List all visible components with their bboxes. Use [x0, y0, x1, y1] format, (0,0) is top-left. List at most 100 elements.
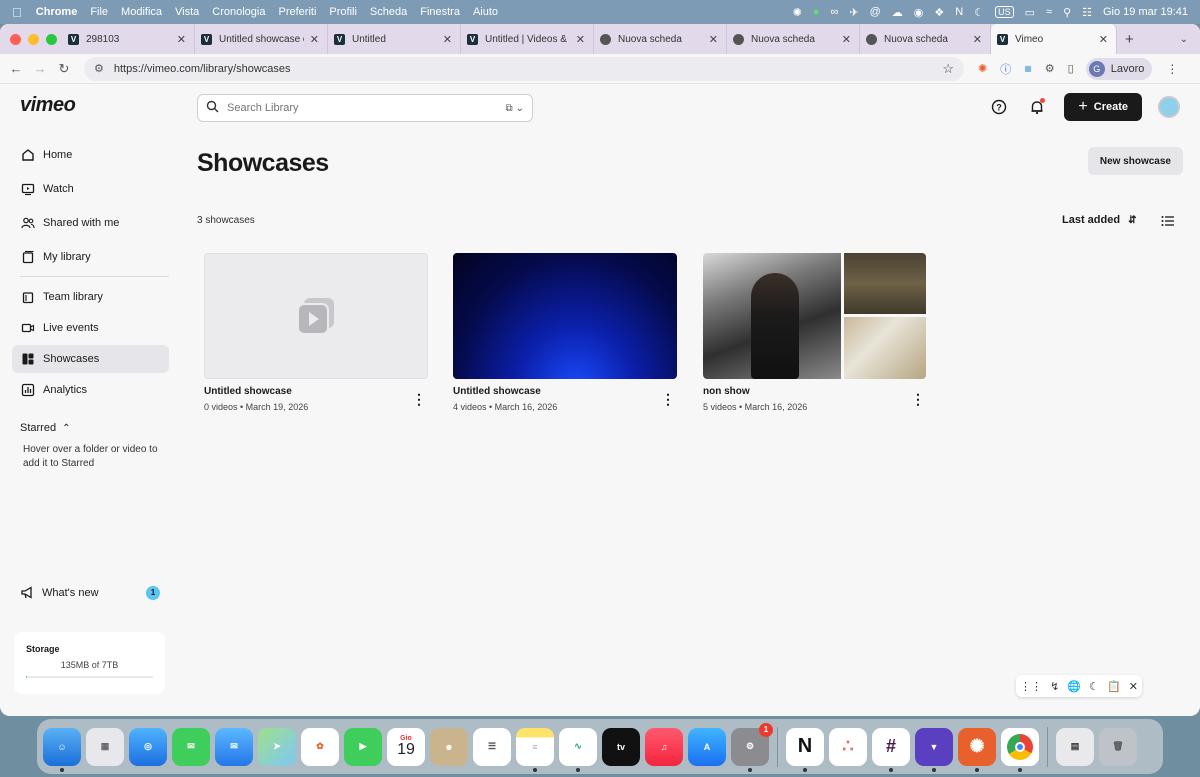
- lightning-icon[interactable]: ↯: [1050, 680, 1059, 693]
- close-icon[interactable]: ✕: [1129, 680, 1138, 693]
- tab-2[interactable]: V Untitled showcase on ✕: [195, 24, 328, 54]
- clipboard-icon[interactable]: 📋: [1107, 680, 1121, 693]
- menu-profiles[interactable]: Profili: [329, 6, 357, 18]
- whats-new-button[interactable]: What's new 1: [20, 585, 160, 600]
- moon-icon[interactable]: ☾: [1089, 680, 1099, 693]
- keyboard-layout[interactable]: US: [995, 6, 1014, 18]
- zoom-window-button[interactable]: [46, 33, 57, 45]
- contacts-icon[interactable]: ☻: [430, 727, 468, 766]
- tab-4[interactable]: V Untitled | Videos & M ✕: [461, 24, 594, 54]
- menu-view[interactable]: Vista: [175, 6, 199, 18]
- vpn-shield-icon[interactable]: ◉: [914, 6, 924, 19]
- app-store-icon[interactable]: A: [688, 727, 726, 766]
- launchpad-icon[interactable]: ▦: [86, 727, 124, 766]
- bookmark-star-icon[interactable]: ☆: [942, 61, 954, 77]
- user-avatar[interactable]: [1158, 96, 1180, 118]
- close-tab-icon[interactable]: ✕: [310, 33, 319, 46]
- more-menu-icon[interactable]: ⋮: [1166, 62, 1178, 76]
- showcase-thumbnail[interactable]: [204, 253, 428, 379]
- status-dot-icon[interactable]: ●: [813, 6, 820, 18]
- menu-app-name[interactable]: Chrome: [36, 6, 78, 18]
- extension-gear-icon[interactable]: ⚙: [1045, 62, 1055, 75]
- spotlight-search-icon[interactable]: ⚲: [1063, 6, 1071, 19]
- moon-icon[interactable]: ☾: [974, 6, 984, 19]
- apple-menu-icon[interactable]: : [12, 5, 22, 20]
- reload-icon[interactable]: ↻: [52, 61, 76, 77]
- showcase-thumbnail[interactable]: [453, 253, 677, 379]
- showcase-title[interactable]: non show: [703, 386, 927, 397]
- menu-help[interactable]: Aiuto: [473, 6, 498, 18]
- sidebar-item-home[interactable]: Home: [12, 141, 169, 169]
- close-tab-icon[interactable]: ✕: [709, 33, 718, 46]
- tab-5[interactable]: Nuova scheda ✕: [594, 24, 727, 54]
- storage-panel[interactable]: Storage 135MB of 7TB: [14, 632, 165, 694]
- clock[interactable]: Gio 19 mar 19:41: [1103, 6, 1188, 18]
- sidebar-item-live-events[interactable]: Live events: [12, 314, 169, 342]
- close-tab-icon[interactable]: ✕: [177, 33, 186, 46]
- extension-burst-icon[interactable]: ✺: [978, 62, 987, 75]
- system-settings-icon[interactable]: ⚙ 1: [731, 722, 773, 772]
- notion-icon[interactable]: N: [786, 727, 824, 772]
- close-tab-icon[interactable]: ✕: [842, 33, 851, 46]
- close-tab-icon[interactable]: ✕: [1099, 33, 1108, 46]
- starred-section-toggle[interactable]: Starred ⌃: [20, 422, 70, 434]
- finder-icon[interactable]: ☺: [43, 727, 81, 772]
- photos-icon[interactable]: ✿: [301, 727, 339, 766]
- wifi-icon[interactable]: ≈: [1046, 6, 1052, 18]
- address-bar[interactable]: ⚙ https://vimeo.com/library/showcases ☆: [84, 56, 964, 81]
- search-input[interactable]: [227, 102, 487, 114]
- search-filter-dropdown[interactable]: ⧉ ⌄: [505, 103, 524, 114]
- close-window-button[interactable]: [10, 33, 21, 45]
- menu-bookmarks[interactable]: Preferiti: [278, 6, 316, 18]
- freeform-icon[interactable]: ∿: [559, 727, 597, 772]
- sidebar-item-analytics[interactable]: Analytics: [12, 376, 169, 404]
- create-button[interactable]: + Create: [1064, 93, 1142, 121]
- music-icon[interactable]: ♫: [645, 727, 683, 766]
- back-icon[interactable]: ←: [4, 61, 28, 76]
- menu-edit[interactable]: Modifica: [121, 6, 162, 18]
- url-text[interactable]: https://vimeo.com/library/showcases: [114, 63, 291, 75]
- forward-icon[interactable]: →: [28, 61, 52, 76]
- close-tab-icon[interactable]: ✕: [443, 33, 452, 46]
- extension-1password-icon[interactable]: ⓘ: [1000, 61, 1011, 77]
- trash-icon[interactable]: 🗑: [1099, 727, 1137, 766]
- profile-button[interactable]: G Lavoro: [1085, 57, 1153, 80]
- claude-icon[interactable]: ✺: [958, 727, 996, 772]
- showcase-card[interactable]: non show 5 videos • March 16, 2026 ⋮: [703, 253, 927, 412]
- minimize-window-button[interactable]: [28, 33, 39, 45]
- asana-icon[interactable]: ∴: [829, 727, 867, 766]
- showcase-title[interactable]: Untitled showcase: [453, 386, 677, 397]
- more-options-icon[interactable]: ⋮: [661, 392, 675, 406]
- extension-text-icon[interactable]: ▦: [1024, 64, 1032, 73]
- more-options-icon[interactable]: ⋮: [911, 392, 925, 406]
- mail-icon[interactable]: ✉: [215, 727, 253, 766]
- tab-7[interactable]: Nuova scheda ✕: [860, 24, 991, 54]
- at-icon[interactable]: @: [870, 6, 881, 18]
- new-showcase-button[interactable]: New showcase: [1087, 147, 1183, 175]
- showcase-title[interactable]: Untitled showcase: [204, 386, 428, 397]
- new-tab-icon[interactable]: +: [1125, 31, 1134, 48]
- facetime-icon[interactable]: ▶: [344, 727, 382, 766]
- proton-vpn-icon[interactable]: ▼: [915, 727, 953, 772]
- menu-file[interactable]: File: [90, 6, 108, 18]
- tab-3[interactable]: V Untitled ✕: [328, 24, 461, 54]
- list-view-icon[interactable]: [1161, 214, 1175, 231]
- tab-1[interactable]: V 298103 ✕: [62, 24, 195, 54]
- messages-icon[interactable]: ✉: [172, 727, 210, 766]
- globe-icon[interactable]: 🌐: [1067, 680, 1081, 693]
- notification-bell-icon[interactable]: [1026, 96, 1048, 118]
- showcase-card[interactable]: Untitled showcase 0 videos • March 19, 2…: [204, 253, 428, 412]
- sidebar-item-team-library[interactable]: Team library: [12, 283, 169, 311]
- drag-handle-icon[interactable]: ⋮⋮: [1020, 680, 1042, 693]
- close-tab-icon[interactable]: ✕: [576, 33, 585, 46]
- maps-icon[interactable]: ➤: [258, 727, 296, 766]
- chrome-icon[interactable]: [1001, 727, 1039, 772]
- close-tab-icon[interactable]: ✕: [973, 33, 982, 46]
- menu-history[interactable]: Cronologia: [212, 6, 265, 18]
- apple-tv-icon[interactable]: tv: [602, 727, 640, 766]
- reminders-icon[interactable]: ☰: [473, 727, 511, 766]
- search-box[interactable]: ⧉ ⌄: [197, 94, 533, 122]
- menu-window[interactable]: Finestra: [420, 6, 460, 18]
- sidebar-item-watch[interactable]: Watch: [12, 175, 169, 203]
- extensions-puzzle-icon[interactable]: ▯: [1068, 62, 1074, 75]
